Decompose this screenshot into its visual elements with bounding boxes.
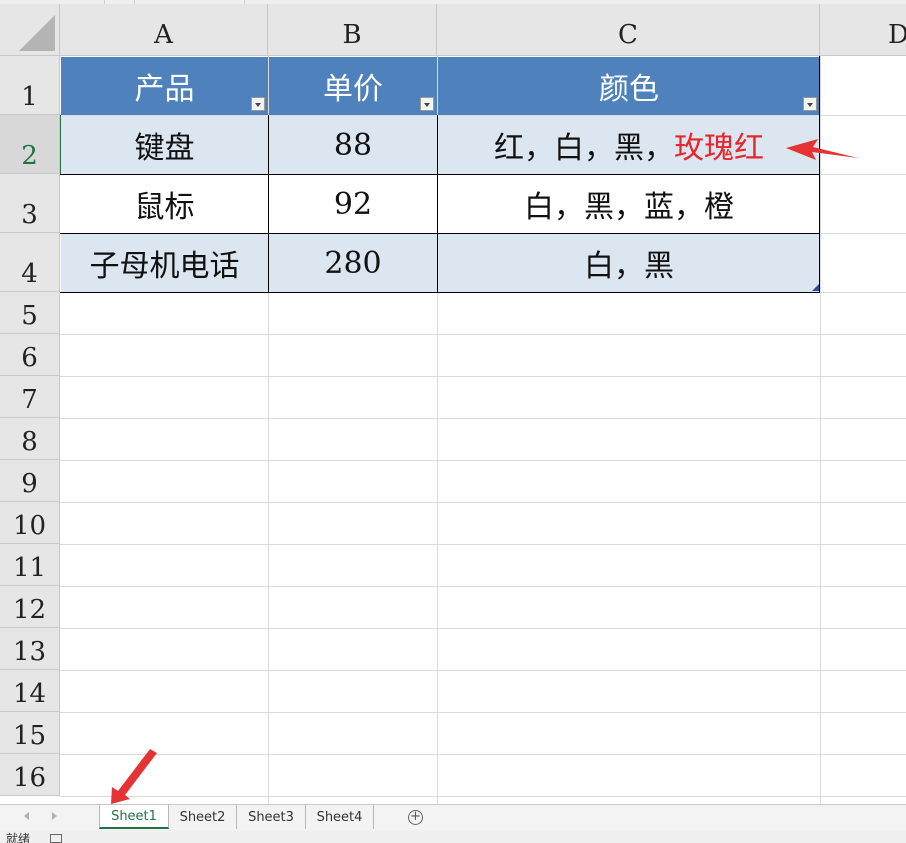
header-cell-colors[interactable]: 颜色: [438, 57, 820, 115]
cell-c2-highlight: 玫瑰红: [674, 131, 764, 166]
table-border-bottom: [60, 292, 820, 293]
table-border-horizontal: [60, 233, 820, 234]
row-header-13[interactable]: 13: [0, 628, 60, 670]
table-border-vertical: [437, 115, 438, 292]
active-cell-edge: [60, 115, 61, 174]
row-header-15[interactable]: 15: [0, 712, 60, 754]
cell-c2-text: 红，白，黑，: [494, 131, 674, 166]
gridline-row-15: [60, 712, 906, 713]
gridline-row-17: [60, 796, 906, 797]
gridline-row-13: [60, 628, 906, 629]
row-header-9[interactable]: 9: [0, 460, 60, 502]
gridline-row-8: [60, 418, 906, 419]
gridline-row-7: [60, 376, 906, 377]
table-border-vertical: [268, 115, 269, 292]
filter-dropdown-icon[interactable]: [803, 97, 817, 111]
row-header-4[interactable]: 4: [0, 233, 60, 292]
sheet-tab-sheet3[interactable]: Sheet3: [237, 805, 306, 829]
header-cell-product[interactable]: 产品: [61, 57, 268, 115]
gridline-row-10: [60, 502, 906, 503]
row-header-1[interactable]: 1: [0, 56, 60, 115]
select-all-triangle-icon: [19, 15, 55, 51]
cell-a4[interactable]: 子母机电话: [61, 234, 268, 292]
row-header-10[interactable]: 10: [0, 502, 60, 544]
sheet-tab-sheet1[interactable]: Sheet1: [99, 805, 169, 829]
scroll-left-arrow-icon[interactable]: [24, 812, 29, 820]
sheet-tab-sheet2[interactable]: Sheet2: [169, 805, 237, 829]
gridline-col-d: [820, 56, 821, 804]
cell-b4[interactable]: 280: [269, 234, 437, 292]
select-all-corner[interactable]: [0, 4, 60, 56]
macro-record-icon[interactable]: [50, 834, 62, 843]
filter-dropdown-icon[interactable]: [420, 97, 434, 111]
row-header-8[interactable]: 8: [0, 418, 60, 460]
row-header-6[interactable]: 6: [0, 334, 60, 376]
row-header-3[interactable]: 3: [0, 174, 60, 233]
status-ready-text: 就绪: [6, 832, 31, 843]
row-header-2[interactable]: 2: [0, 115, 60, 174]
row-header-5[interactable]: 5: [0, 292, 60, 334]
gridline-row-16: [60, 754, 906, 755]
gridline-row-9: [60, 460, 906, 461]
spreadsheet-grid[interactable]: A B C D 1 2 3 4 5 6 7 8 9 10 11 12 13 14…: [0, 4, 906, 804]
filter-dropdown-icon[interactable]: [251, 97, 265, 111]
cell-b3[interactable]: 92: [269, 175, 437, 233]
cell-c3[interactable]: 白，黑，蓝，橙: [438, 175, 820, 233]
column-header-c[interactable]: C: [437, 4, 820, 56]
gridline-row-6: [60, 334, 906, 335]
row-header-12[interactable]: 12: [0, 586, 60, 628]
cell-a3[interactable]: 鼠标: [61, 175, 268, 233]
row-header-11[interactable]: 11: [0, 544, 60, 586]
column-header-d[interactable]: D: [820, 4, 906, 56]
gridline-row-12: [60, 586, 906, 587]
cell-c4[interactable]: 白，黑: [438, 234, 820, 292]
header-cell-price[interactable]: 单价: [269, 57, 437, 115]
table-border-horizontal: [60, 174, 820, 175]
sheet-tab-sheet4[interactable]: Sheet4: [306, 805, 374, 829]
column-header-b[interactable]: B: [268, 4, 437, 56]
cell-a2[interactable]: 键盘: [61, 116, 268, 174]
sheet-tab-bar: Sheet1 Sheet2 Sheet3 Sheet4 +: [0, 804, 906, 830]
gridline-row-11: [60, 544, 906, 545]
add-sheet-plus-icon[interactable]: +: [408, 810, 423, 825]
column-header-a[interactable]: A: [60, 4, 268, 56]
gridline-row-14: [60, 670, 906, 671]
status-bar: 就绪: [0, 830, 906, 843]
row-header-14[interactable]: 14: [0, 670, 60, 712]
row-header-7[interactable]: 7: [0, 376, 60, 418]
scroll-right-arrow-icon[interactable]: [52, 812, 57, 820]
row-header-16[interactable]: 16: [0, 754, 60, 796]
cell-c2[interactable]: 红，白，黑， 玫瑰红: [438, 116, 820, 174]
cell-b2[interactable]: 88: [269, 116, 437, 174]
